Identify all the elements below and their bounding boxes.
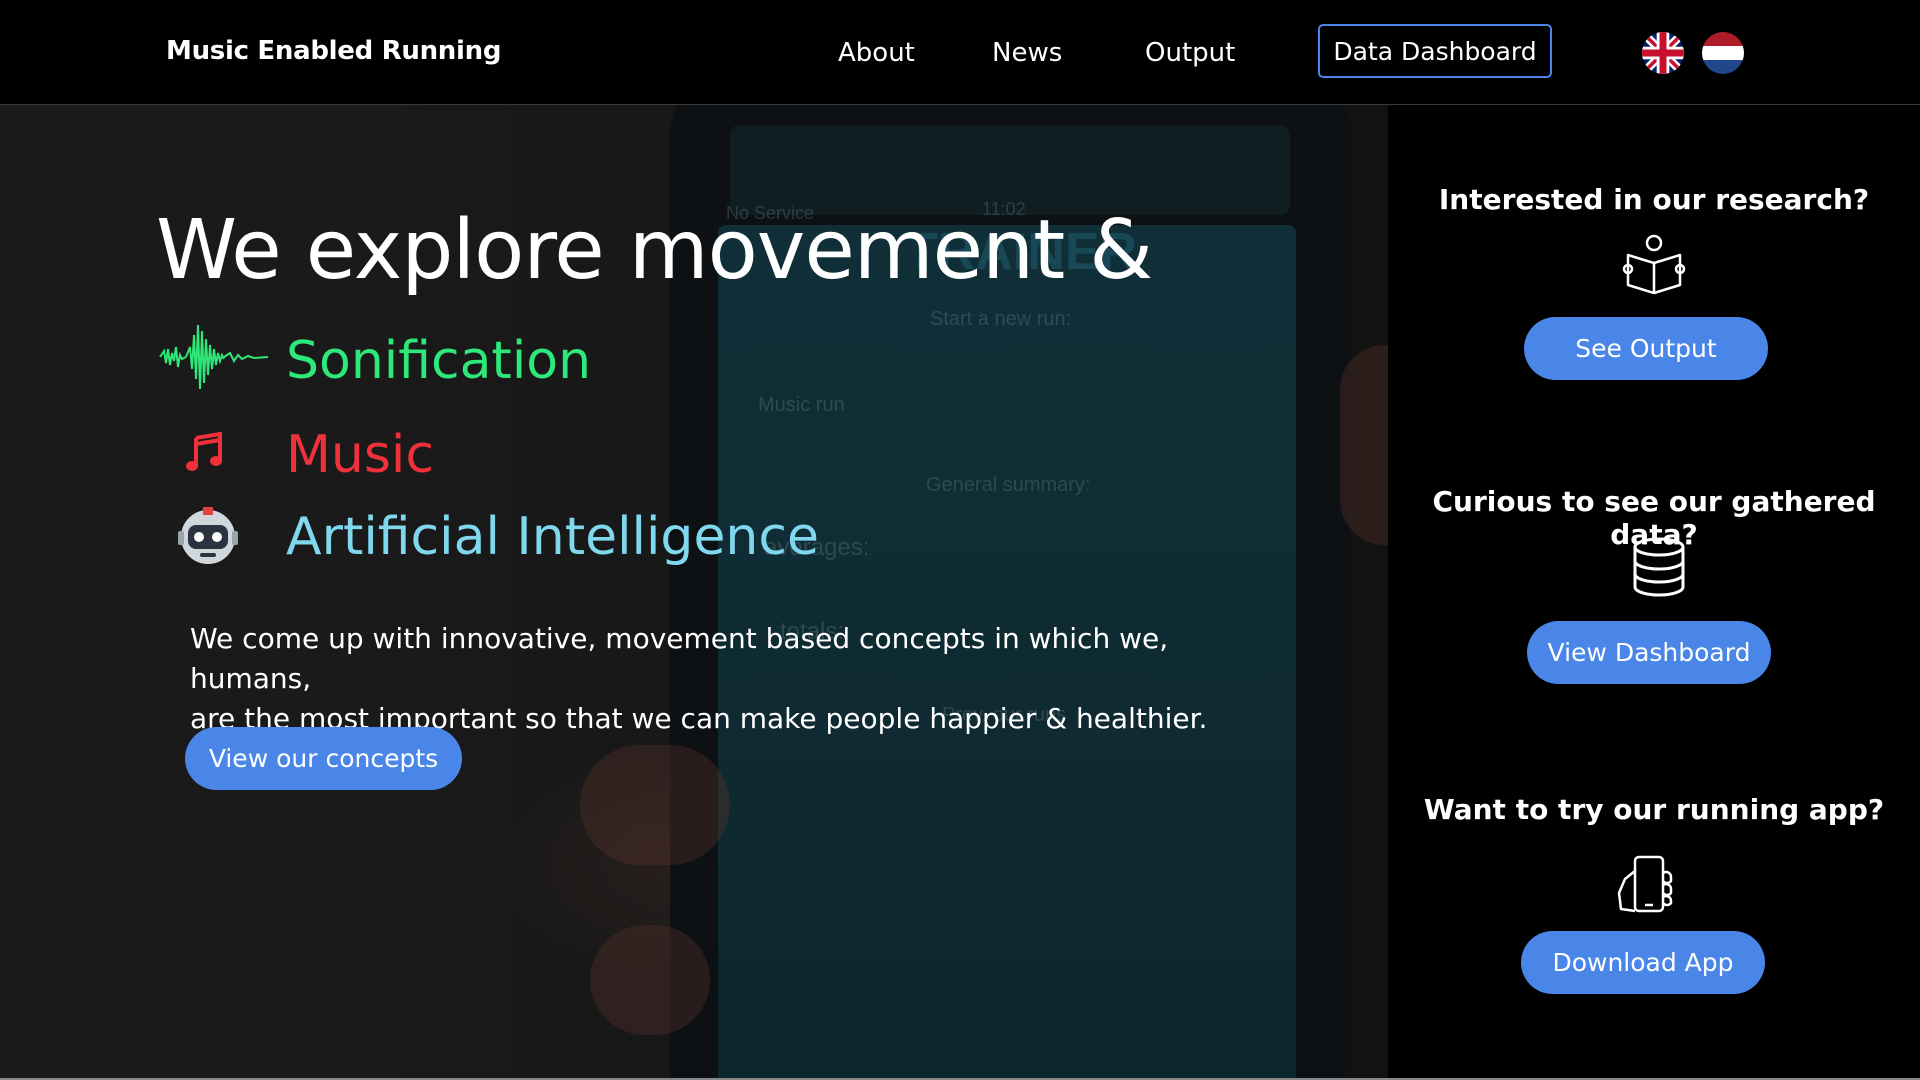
brand-logo[interactable]: Music Enabled Running [166,36,501,66]
topic-artificial-intelligence: Artificial Intelligence [286,507,819,567]
hero-headline: We explore movement & [156,203,1153,298]
hero-section: No Service 11:02 TRAINER Start a new run… [0,105,1388,1080]
topic-sonification: Sonification [286,331,592,391]
robot-icon [176,503,240,574]
nav-about[interactable]: About [838,38,915,68]
book-reader-icon [1622,233,1686,302]
database-icon [1631,537,1687,604]
nav-news[interactable]: News [992,38,1062,68]
see-output-button[interactable]: See Output [1524,317,1768,380]
download-app-button[interactable]: Download App [1521,931,1765,994]
music-note-icon [184,430,228,479]
nav-output[interactable]: Output [1145,38,1235,68]
hero-description: We come up with innovative, movement bas… [190,622,1208,735]
topic-music: Music [286,425,434,485]
data-dashboard-button[interactable]: Data Dashboard [1318,24,1552,78]
phone-hand-icon [1615,853,1679,920]
view-dashboard-button[interactable]: View Dashboard [1527,621,1771,684]
netherlands-flag-icon[interactable] [1702,32,1744,74]
research-question: Interested in our research? [1438,183,1870,216]
cta-sidebar: Interested in our research? See Output C… [1388,105,1920,1080]
uk-flag-icon[interactable] [1642,32,1684,74]
waveform-icon [158,317,270,402]
top-navbar: Music Enabled Running About News Output … [0,0,1920,105]
view-concepts-button[interactable]: View our concepts [185,727,462,790]
app-question: Want to try our running app? [1423,793,1885,826]
